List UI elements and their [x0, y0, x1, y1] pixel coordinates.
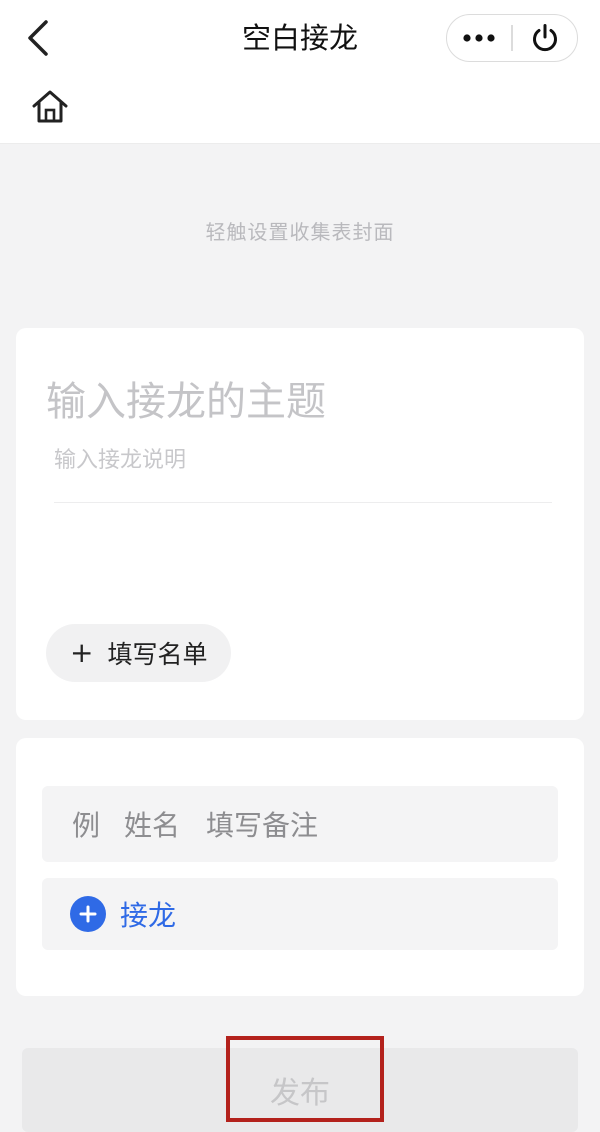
- navigation-bar: 空白接龙: [0, 0, 600, 144]
- power-icon: [532, 24, 557, 52]
- cover-setting-area[interactable]: 轻触设置收集表封面: [0, 144, 600, 324]
- cover-hint: 轻触设置收集表封面: [205, 219, 395, 244]
- mini-program-capsule: [446, 14, 578, 62]
- fill-list-button[interactable]: + 填写名单: [46, 624, 232, 682]
- description-input[interactable]: [54, 442, 554, 478]
- entry-list-card: 例 姓名 填写备注 接龙: [16, 738, 584, 996]
- example-note: 填写备注: [206, 809, 319, 842]
- chevron-left-icon: [28, 20, 48, 56]
- page-title: 空白接龙: [241, 21, 358, 55]
- divider: [54, 502, 552, 503]
- fill-list-label: 填写名单: [107, 640, 208, 669]
- publish-button[interactable]: 发布: [22, 1048, 578, 1132]
- example-name: 姓名: [124, 809, 181, 842]
- join-button[interactable]: 接龙: [42, 878, 558, 950]
- more-button[interactable]: [447, 15, 511, 61]
- publish-label: 发布: [270, 1076, 330, 1111]
- home-button[interactable]: [30, 86, 70, 126]
- home-icon: [32, 90, 68, 123]
- example-entry-row[interactable]: 例 姓名 填写备注: [42, 786, 558, 862]
- example-label: 例: [72, 809, 101, 842]
- join-label: 接龙: [120, 899, 177, 932]
- plus-icon: +: [70, 636, 94, 669]
- more-dots-icon: [463, 34, 495, 42]
- close-mini-program-button[interactable]: [513, 15, 577, 61]
- back-button[interactable]: [18, 14, 58, 62]
- topic-input[interactable]: [46, 372, 546, 432]
- topic-card: + 填写名单: [16, 328, 584, 720]
- add-circle-icon: [70, 896, 106, 932]
